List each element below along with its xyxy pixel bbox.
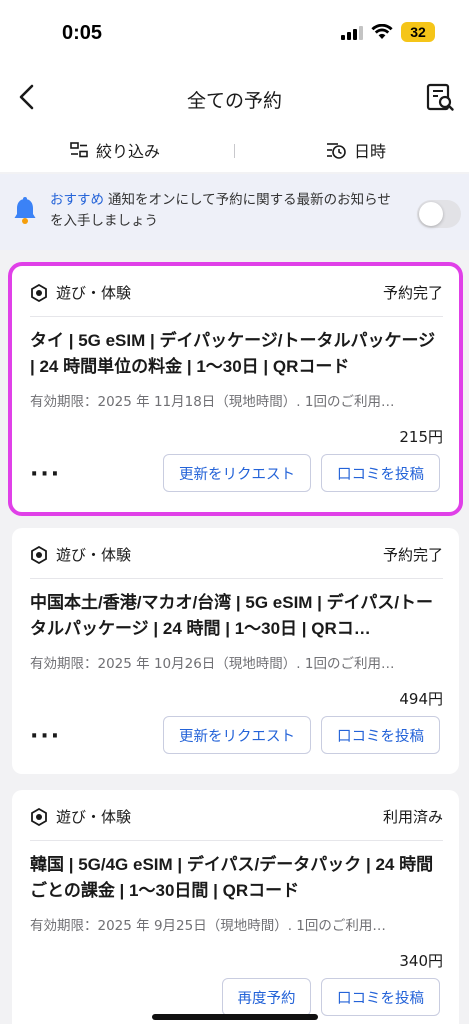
date-label: 日時 <box>354 142 387 161</box>
booking-title[interactable]: 韓国 | 5G/4G eSIM | デイパス/データパック | 24 時間ごとの… <box>30 852 443 904</box>
signal-icon <box>341 24 363 40</box>
booking-status: 利用済み <box>382 808 443 826</box>
bell-icon <box>14 197 36 224</box>
activity-category-icon <box>31 283 47 302</box>
booking-validity: 有効期限：2025 年 11月18日（現地時間）. 1回のご利用… <box>30 394 395 410</box>
filter-label: 絞り込み <box>96 142 161 161</box>
request-update-button[interactable]: 更新をリクエスト <box>163 454 311 492</box>
status-icons: 32 <box>341 22 435 42</box>
notice-tag: おすすめ <box>50 192 104 208</box>
booking-title[interactable]: タイ | 5G eSIM | デイパッケージ/トータルパッケージ | 24 時間… <box>30 328 443 380</box>
write-review-button[interactable]: 口コミを投稿 <box>321 454 440 492</box>
battery-icon: 32 <box>401 22 435 42</box>
status-time: 0:05 <box>62 22 103 44</box>
more-options-button[interactable]: ··· <box>30 724 61 749</box>
book-again-button[interactable]: 再度予約 <box>222 978 311 1016</box>
status-bar: 0:05 32 <box>0 0 469 66</box>
activity-category-icon <box>31 545 47 564</box>
booking-price: 494円 <box>399 690 443 708</box>
booking-category: 遊び・体験 <box>30 282 131 303</box>
category-label: 遊び・体験 <box>56 808 132 826</box>
booking-card[interactable]: 遊び・体験 予約完了 中国本土/香港/マカオ/台湾 | 5G eSIM | デイ… <box>12 528 459 774</box>
date-sort-button[interactable]: 日時 <box>326 138 386 162</box>
booking-card[interactable]: 遊び・体験 予約完了 タイ | 5G eSIM | デイパッケージ/トータルパッ… <box>8 262 463 516</box>
wifi-icon <box>371 24 393 39</box>
booking-card[interactable]: 遊び・体験 利用済み 韓国 | 5G/4G eSIM | デイパス/データパック… <box>12 790 459 1024</box>
date-clock-icon <box>327 143 346 159</box>
page-title: 全ての予約 <box>186 90 282 112</box>
card-divider <box>30 316 443 317</box>
booking-category: 遊び・体験 <box>30 544 131 565</box>
filter-row: 絞り込み 日時 <box>0 128 469 172</box>
filter-icon <box>70 142 88 158</box>
category-label: 遊び・体験 <box>56 546 132 564</box>
filter-button[interactable]: 絞り込み <box>70 138 160 162</box>
booking-price: 215円 <box>399 428 443 446</box>
card-divider <box>30 578 443 579</box>
booking-validity: 有効期限：2025 年 9月25日（現地時間）. 1回のご利用… <box>30 918 386 934</box>
notice-text: おすすめ 通知をオンにして予約に関する最新のお知らせを入手しましょう <box>50 190 400 232</box>
notification-banner: おすすめ 通知をオンにして予約に関する最新のお知らせを入手しましょう <box>0 174 469 250</box>
write-review-button[interactable]: 口コミを投稿 <box>321 978 440 1016</box>
booking-status: 予約完了 <box>382 546 443 564</box>
category-label: 遊び・体験 <box>56 284 132 302</box>
header: 全ての予約 <box>0 66 469 128</box>
write-review-button[interactable]: 口コミを投稿 <box>321 716 440 754</box>
home-indicator <box>152 1014 318 1020</box>
more-options-button[interactable]: ··· <box>30 462 61 487</box>
search-booking-icon[interactable] <box>425 82 455 112</box>
booking-category: 遊び・体験 <box>30 806 131 827</box>
notification-toggle[interactable] <box>417 200 461 228</box>
toggle-knob <box>419 202 443 226</box>
booking-validity: 有効期限：2025 年 10月26日（現地時間）. 1回のご利用… <box>30 656 395 672</box>
request-update-button[interactable]: 更新をリクエスト <box>163 716 311 754</box>
activity-category-icon <box>31 807 47 826</box>
booking-title[interactable]: 中国本土/香港/マカオ/台湾 | 5G eSIM | デイパス/トータルパッケー… <box>30 590 443 642</box>
booking-price: 340円 <box>399 952 443 970</box>
booking-status: 予約完了 <box>382 284 443 302</box>
filter-divider <box>234 144 235 158</box>
card-divider <box>30 840 443 841</box>
